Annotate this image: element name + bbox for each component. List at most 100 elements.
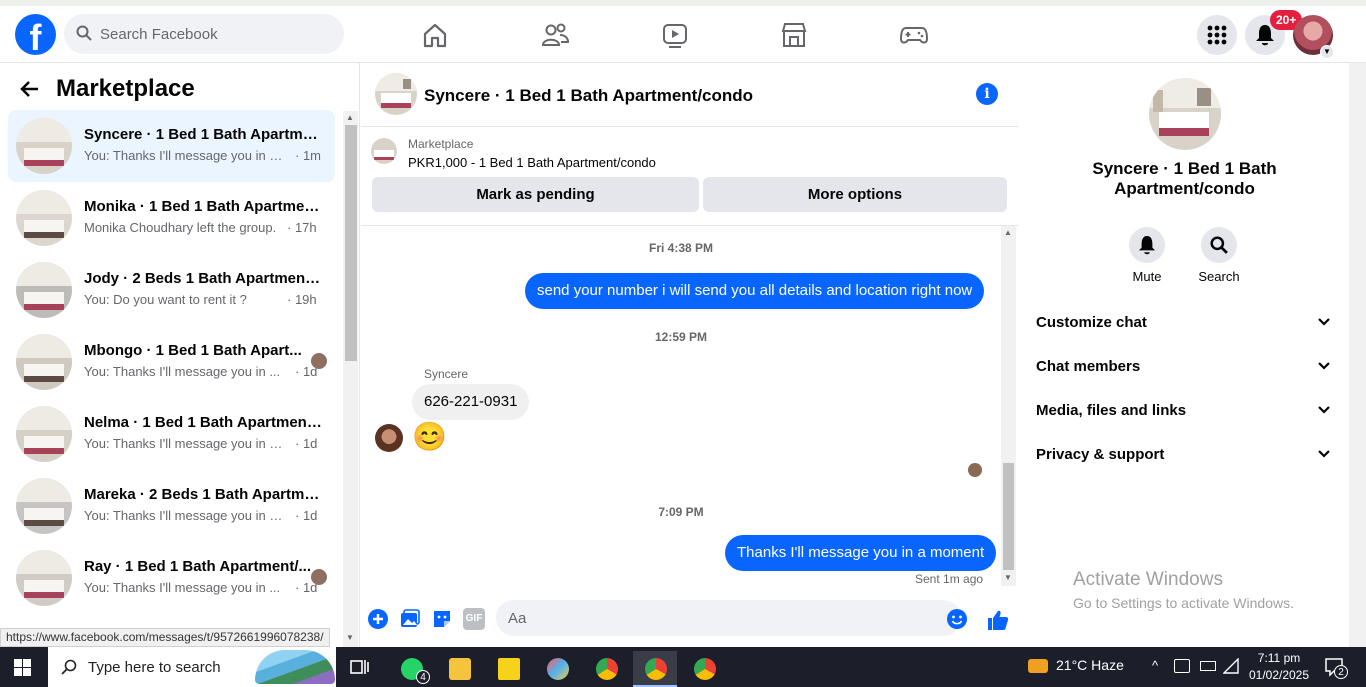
chat-avatar[interactable]	[375, 73, 417, 115]
conversation-preview: You: Thanks I'll message you in ...	[84, 580, 281, 595]
action-center-icon[interactable]: 2	[1324, 657, 1348, 679]
listing-card: Marketplace PKR1,000 - 1 Bed 1 Bath Apar…	[361, 128, 1019, 226]
meet-now-icon[interactable]	[1174, 659, 1190, 673]
battery-icon[interactable]	[1200, 661, 1216, 671]
search-action[interactable]: Search	[1189, 227, 1249, 284]
home-icon[interactable]	[420, 20, 450, 50]
gaming-icon[interactable]	[899, 20, 929, 50]
conversation-thumbnail	[16, 406, 72, 462]
listing-price[interactable]: PKR1,000 - 1 Bed 1 Bath Apartment/condo	[408, 155, 656, 170]
photo-icon[interactable]	[399, 608, 421, 630]
notification-badge: 2	[1334, 665, 1348, 679]
scroll-up-arrow-icon[interactable]: ▲	[346, 113, 354, 122]
mark-as-pending-button[interactable]: Mark as pending	[372, 177, 699, 212]
outgoing-message[interactable]: Thanks I'll message you in a moment	[725, 535, 997, 571]
conversation-item[interactable]: Monika · 1 Bed 1 Bath Apartmen... Monika …	[8, 182, 335, 254]
friends-icon[interactable]	[540, 20, 570, 50]
conversation-name: Syncere · 1 Bed 1 Bath Apartmen...	[84, 126, 322, 143]
plus-circle-icon[interactable]	[367, 608, 389, 630]
chat-members-section[interactable]: Chat members	[1028, 347, 1341, 387]
page-scrollbar[interactable]	[1349, 63, 1366, 647]
chevron-down-icon[interactable]: ▼	[1320, 45, 1334, 59]
chrome-taskbar-app-active[interactable]	[633, 651, 677, 687]
conversation-preview: You: Thanks I'll message you in a ...	[84, 508, 284, 523]
scroll-down-arrow-icon[interactable]: ▼	[346, 633, 354, 642]
conversation-preview: You: Thanks I'll message you in a ...	[84, 436, 284, 451]
privacy-support-section[interactable]: Privacy & support	[1028, 435, 1341, 475]
outgoing-message[interactable]: send your number i will send you all det…	[525, 273, 985, 309]
paint-taskbar-app[interactable]	[535, 651, 579, 687]
conversation-name: Nelma · 1 Bed 1 Bath Apartment...	[84, 414, 322, 431]
mute-action[interactable]: Mute	[1117, 227, 1177, 284]
sender-avatar[interactable]	[375, 424, 403, 452]
conversation-name: Monika · 1 Bed 1 Bath Apartmen...	[84, 198, 322, 215]
file-explorer-taskbar-app[interactable]	[437, 651, 481, 687]
conversation-thumbnail	[16, 118, 72, 174]
sticky-notes-taskbar-app[interactable]	[486, 651, 530, 687]
sticker-icon[interactable]	[431, 608, 453, 630]
search-bar[interactable]	[64, 14, 344, 54]
sidebar-scroll-thumb[interactable]	[345, 125, 357, 361]
conversation-preview: You: Thanks I'll message you in ...	[84, 364, 281, 379]
marketplace-icon[interactable]	[779, 20, 809, 50]
message-input[interactable]	[496, 600, 961, 636]
profile-avatar[interactable]	[1149, 78, 1221, 150]
mute-label: Mute	[1132, 269, 1162, 284]
seen-indicator-avatar	[968, 463, 982, 477]
messages-scroll-thumb[interactable]	[1003, 463, 1014, 570]
chrome-taskbar-app[interactable]	[584, 651, 628, 687]
timestamp: Fri 4:38 PM	[648, 241, 714, 255]
chevron-up-icon[interactable]: ^	[1152, 658, 1158, 673]
conversation-time: · 19h	[287, 292, 317, 307]
page-title: Marketplace	[56, 75, 195, 102]
chrome-icon	[596, 658, 618, 680]
chrome-icon	[645, 658, 667, 680]
taskbar-search-text: Type here to search	[88, 659, 221, 676]
conversation-name: Ray · 1 Bed 1 Bath Apartment/...	[84, 558, 311, 575]
search-input[interactable]	[100, 14, 330, 54]
media-files-links-section[interactable]: Media, files and links	[1028, 391, 1341, 431]
wifi-icon[interactable]	[1223, 658, 1239, 674]
activate-title: Activate Windows	[1073, 569, 1223, 590]
conversation-item[interactable]: Ray · 1 Bed 1 Bath Apartment/... You: Tha…	[8, 542, 335, 614]
more-options-button[interactable]: More options	[703, 177, 1007, 212]
watch-icon[interactable]	[660, 20, 690, 50]
scroll-up-arrow-icon[interactable]: ▲	[1004, 228, 1012, 237]
weather-widget[interactable]: 21°C Haze	[1028, 657, 1124, 674]
chat-title[interactable]: Syncere · 1 Bed 1 Bath Apartment/condo	[424, 86, 753, 106]
conversation-time: · 1d	[295, 508, 318, 523]
profile-name: Syncere · 1 Bed 1 Bath Apartment/condo	[1092, 159, 1277, 198]
system-clock[interactable]: 7:11 pm 01/02/2025	[1248, 650, 1310, 684]
thumbs-up-icon[interactable]	[986, 608, 1010, 632]
activate-subtitle: Go to Settings to activate Windows.	[1073, 595, 1294, 611]
message-composer: GIF	[361, 597, 1019, 647]
customize-chat-section[interactable]: Customize chat	[1028, 303, 1341, 343]
chrome-profile-taskbar-app[interactable]	[682, 651, 726, 687]
incoming-message[interactable]: 626-221-0931	[412, 384, 530, 420]
listing-thumbnail[interactable]	[371, 138, 397, 164]
facebook-logo[interactable]: f	[15, 14, 56, 55]
clock-time: 7:11 pm	[1257, 651, 1301, 665]
apps-grid-icon	[1207, 25, 1227, 45]
info-icon[interactable]: i	[976, 83, 998, 105]
menu-button[interactable]	[1197, 15, 1237, 55]
search-label: Search	[1198, 269, 1240, 284]
bell-icon	[1138, 236, 1156, 255]
chevron-down-icon	[1318, 450, 1330, 458]
conversation-time: · 17h	[287, 220, 317, 235]
task-view-icon[interactable]	[350, 658, 370, 676]
conversation-item[interactable]: Syncere · 1 Bed 1 Bath Apartmen... You: T…	[8, 110, 335, 182]
back-arrow-icon[interactable]	[20, 79, 40, 105]
conversation-item[interactable]: Jody · 2 Beds 1 Bath Apartment/... You: D…	[8, 254, 335, 326]
top-navigation-bar: f 20+ ▼	[0, 0, 1366, 63]
conversation-thumbnail	[16, 550, 72, 606]
smiley-emoji[interactable]: 😊	[412, 420, 447, 453]
conversation-item[interactable]: Nelma · 1 Bed 1 Bath Apartment... You: Th…	[8, 398, 335, 470]
scroll-down-arrow-icon[interactable]: ▼	[1004, 573, 1012, 582]
emoji-icon[interactable]	[946, 608, 968, 630]
conversation-item[interactable]: Mareka · 2 Beds 1 Bath Apartme... You: Th…	[8, 470, 335, 542]
whatsapp-taskbar-app[interactable]: 4	[389, 651, 433, 687]
gif-button[interactable]: GIF	[463, 608, 485, 630]
conversation-item[interactable]: Mbongo · 1 Bed 1 Bath Apart... You: Thank…	[8, 326, 335, 398]
windows-start-icon[interactable]	[14, 659, 31, 676]
